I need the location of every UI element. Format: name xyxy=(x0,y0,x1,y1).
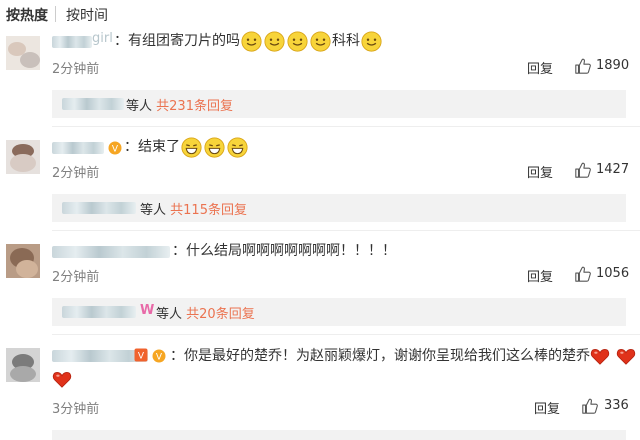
vip-badge-icon: V xyxy=(108,141,122,155)
heart-icon xyxy=(590,349,610,365)
replies-summary[interactable]: 等人 共231条回复 xyxy=(52,90,626,118)
replies-link[interactable]: 共115条回复 xyxy=(170,203,247,218)
svg-text:V: V xyxy=(156,353,163,363)
heart-icon xyxy=(616,349,636,365)
like-count[interactable]: 1427 xyxy=(596,162,629,177)
sort-by-time-tab[interactable]: 按时间 xyxy=(66,5,108,25)
comment-text-body: ：你是最好的楚乔！为赵丽颖爆灯，谢谢你呈现给我们这么棒的楚乔 xyxy=(170,348,590,364)
username-visible-part[interactable]: girl xyxy=(92,31,113,46)
grin-emoji-icon xyxy=(227,136,248,158)
comment-text-prefix: ：有组团寄刀片的吗 xyxy=(114,33,240,49)
username-blurred[interactable] xyxy=(52,142,104,154)
username-blurred[interactable] xyxy=(52,246,170,258)
comment-text: ：有组团寄刀片的吗 科科 xyxy=(114,30,383,52)
replies-summary[interactable]: 等人 共115条回复 xyxy=(52,194,626,222)
sort-divider xyxy=(55,6,56,22)
like-count[interactable]: 1056 xyxy=(596,266,629,281)
comment-divider xyxy=(52,230,640,231)
smile-emoji-icon xyxy=(241,30,262,52)
reply-button[interactable]: 回复 xyxy=(527,162,553,181)
replies-summary-partial[interactable] xyxy=(52,430,626,440)
reply-button[interactable]: 回复 xyxy=(527,266,553,285)
thumbs-up-icon[interactable] xyxy=(574,161,592,179)
thumbs-up-icon[interactable] xyxy=(574,265,592,283)
avatar[interactable] xyxy=(6,140,40,174)
comment-time: 3分钟前 xyxy=(52,402,100,417)
reply-users-blurred xyxy=(62,98,124,110)
svg-text:V: V xyxy=(138,352,145,362)
comment-text: ：你是最好的楚乔！为赵丽颖爆灯，谢谢你呈现给我们这么棒的楚乔 xyxy=(170,345,636,365)
reply-user-badge: W xyxy=(140,303,155,318)
comment-text: ：结束了 xyxy=(124,136,249,158)
like-count[interactable]: 1890 xyxy=(596,58,629,73)
replies-link[interactable]: 共231条回复 xyxy=(156,99,233,114)
reply-users-blurred xyxy=(62,306,136,318)
thumbs-up-icon[interactable] xyxy=(574,57,592,75)
smile-emoji-icon xyxy=(310,30,331,52)
comment-text-body: ：结束了 xyxy=(124,139,180,155)
sort-by-hot-tab[interactable]: 按热度 xyxy=(6,5,48,25)
reply-button[interactable]: 回复 xyxy=(527,58,553,77)
smile-emoji-icon xyxy=(264,30,285,52)
grin-emoji-icon xyxy=(181,136,202,158)
comment-text-suffix: 科科 xyxy=(332,33,360,49)
heart-icon xyxy=(52,372,72,388)
comment-divider xyxy=(52,334,640,335)
reply-users-blurred xyxy=(62,202,136,214)
avatar[interactable] xyxy=(6,36,40,70)
vip-badge-icon: V xyxy=(134,348,148,362)
avatar[interactable] xyxy=(6,348,40,382)
thumbs-up-icon[interactable] xyxy=(581,397,599,415)
smile-emoji-icon xyxy=(361,30,382,52)
comment-time: 2分钟前 xyxy=(52,166,100,181)
replies-text: 等人 共231条回复 xyxy=(126,99,233,114)
avatar[interactable] xyxy=(6,244,40,278)
like-count[interactable]: 336 xyxy=(604,398,629,413)
reply-button[interactable]: 回复 xyxy=(534,398,560,417)
comment-time: 2分钟前 xyxy=(52,62,100,77)
replies-text: 等人 共20条回复 xyxy=(156,307,255,322)
smile-emoji-icon xyxy=(287,30,308,52)
replies-summary[interactable]: W 等人 共20条回复 xyxy=(52,298,626,326)
replies-text: 等人 共115条回复 xyxy=(140,203,247,218)
comment-text: ：什么结局啊啊啊啊啊啊啊！！！！ xyxy=(172,243,396,259)
grin-emoji-icon xyxy=(204,136,225,158)
sort-bar: 按热度 按时间 xyxy=(0,0,640,30)
vip-badge-icon: V xyxy=(152,349,166,363)
svg-text:V: V xyxy=(112,145,119,155)
username-blurred[interactable] xyxy=(52,36,92,48)
comment-divider xyxy=(52,126,640,127)
comment-time: 2分钟前 xyxy=(52,270,100,285)
replies-link[interactable]: 共20条回复 xyxy=(186,307,255,322)
